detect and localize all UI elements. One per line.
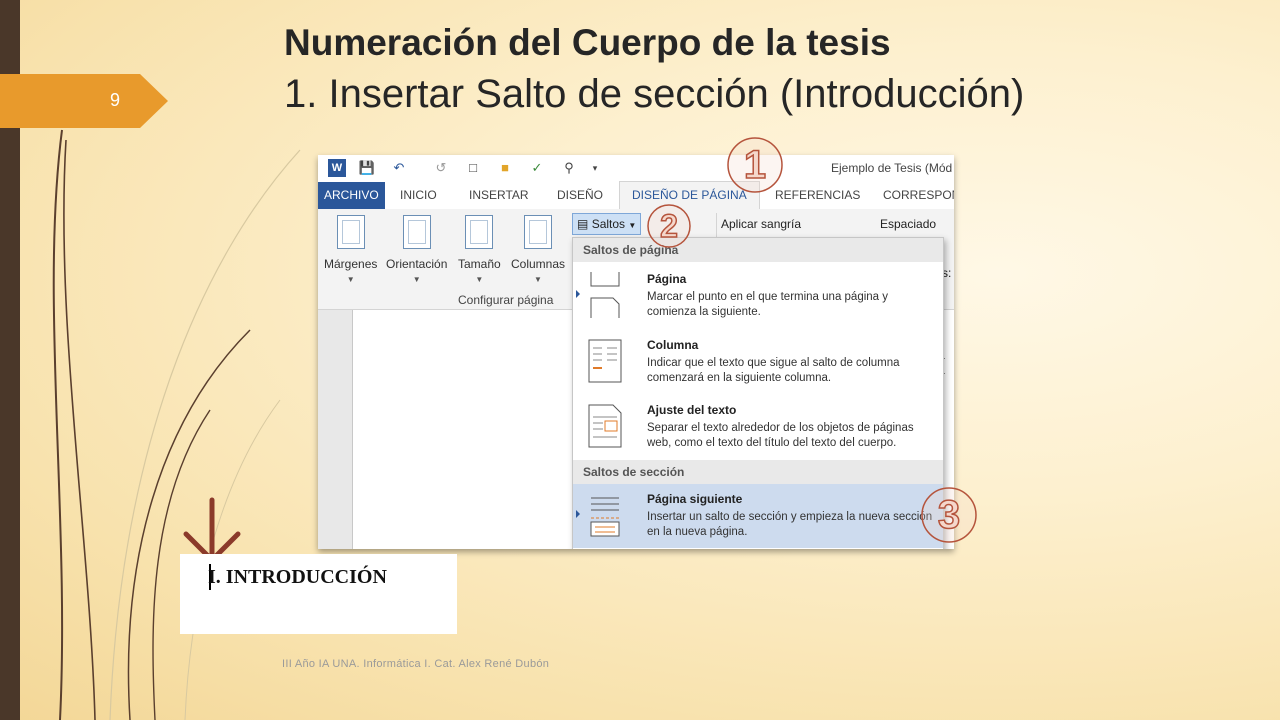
size-button[interactable]: Tamaño ▼ — [458, 215, 501, 284]
break-option-text-wrapping[interactable]: Ajuste del texto Separar el texto alrede… — [573, 395, 943, 459]
page-break-description: Marcar el punto en el que termina una pá… — [647, 291, 889, 318]
indent-label: Aplicar sangría — [721, 217, 802, 231]
slide-title: Numeración del Cuerpo de la tesis — [284, 22, 891, 63]
text-wrapping-title: Ajuste del texto — [647, 403, 737, 417]
breaks-caret-icon: ▼ — [628, 221, 637, 230]
callout-1: 1 — [726, 136, 784, 194]
callout-1-number: 1 — [743, 142, 767, 188]
tab-inicio[interactable]: INICIO — [400, 182, 437, 209]
page-setup-group-label: Configurar página — [458, 293, 554, 307]
size-icon — [465, 215, 494, 249]
introduction-heading-box: I. INTRODUCCIÓN — [180, 554, 457, 634]
text-wrapping-break-icon — [588, 404, 622, 448]
word-screenshot: W 💾 ↶ ↺ □ ■ ✓ ⚲ ▾ Ejemplo de Tesis (Mód … — [318, 155, 954, 549]
orientation-label: Orientación — [386, 257, 448, 271]
selection-marker-icon — [576, 510, 580, 518]
tab-referencias[interactable]: REFERENCIAS — [775, 182, 860, 209]
margins-caret-icon: ▼ — [346, 275, 355, 284]
columns-caret-icon: ▼ — [534, 275, 542, 284]
open-folder-icon[interactable]: ■ — [496, 159, 514, 177]
word-logo-icon: W — [328, 159, 346, 177]
breaks-button[interactable]: ▤ Saltos ▼ — [572, 213, 642, 235]
breaks-label: Saltos — [591, 217, 626, 231]
page-break-title: Página — [647, 272, 687, 286]
columns-label: Columnas — [511, 257, 566, 271]
section-breaks-header: Saltos de sección — [573, 460, 943, 484]
columns-icon — [524, 215, 553, 249]
spacing-label: Espaciado — [880, 217, 937, 231]
tab-diseno[interactable]: DISEÑO — [557, 182, 603, 209]
text-wrapping-description: Separar el texto alrededor de los objeto… — [647, 422, 914, 449]
print-preview-icon[interactable]: ⚲ — [560, 159, 578, 177]
callout-3: 3 — [920, 486, 978, 544]
tab-insertar[interactable]: INSERTAR — [469, 182, 529, 209]
breaks-icon: ▤ — [577, 217, 589, 231]
document-title: Ejemplo de Tesis (Mód — [831, 161, 953, 175]
slide-number: 9 — [110, 90, 121, 110]
column-break-description: Indicar que el texto que sigue al salto … — [647, 357, 900, 384]
next-page-section-icon — [590, 497, 620, 537]
orientation-caret-icon: ▼ — [412, 275, 421, 284]
undo-icon[interactable]: ↶ — [390, 159, 408, 177]
selection-marker-icon — [576, 290, 580, 298]
callout-2: 2 — [646, 203, 692, 249]
introduction-heading: I. INTRODUCCIÓN — [208, 566, 387, 588]
column-break-icon — [588, 339, 622, 383]
page-break-icon — [590, 272, 620, 318]
breaks-dropdown: Saltos de página Página Marcar el punto … — [572, 237, 944, 549]
ribbon-tabs: ARCHIVO INICIO INSERTAR DISEÑO DISEÑO DE… — [318, 181, 954, 210]
margins-icon — [336, 215, 365, 249]
quick-access-toolbar: W 💾 ↶ ↺ □ ■ ✓ ⚲ ▾ Ejemplo de Tesis (Mód — [318, 155, 954, 182]
margins-label: Márgenes — [324, 257, 378, 271]
save-icon[interactable]: 💾 — [358, 159, 376, 177]
column-break-title: Columna — [647, 338, 699, 352]
callout-3-number: 3 — [937, 492, 961, 538]
document-left-margin — [318, 310, 353, 549]
next-page-description: Insertar un salto de sección y empieza l… — [647, 511, 933, 538]
break-option-next-page[interactable]: Página siguiente Insertar un salto de se… — [573, 484, 943, 548]
slide-number-tab: 9 — [0, 74, 168, 128]
page-breaks-header: Saltos de página — [573, 238, 943, 262]
break-option-column[interactable]: Columna Indicar que el texto que sigue a… — [573, 330, 943, 394]
customize-qat-icon[interactable]: ▾ — [586, 159, 604, 177]
orientation-icon — [402, 215, 431, 249]
slide-footer: III Año IA UNA. Informática I. Cat. Alex… — [282, 658, 550, 670]
redo-icon[interactable]: ↺ — [432, 159, 450, 177]
columns-button[interactable]: Columnas ▼ — [511, 215, 565, 284]
callout-2-number: 2 — [659, 207, 678, 245]
margins-button[interactable]: Márgenes ▼ — [324, 215, 377, 284]
spellcheck-icon[interactable]: ✓ — [528, 159, 546, 177]
tab-archivo[interactable]: ARCHIVO — [318, 182, 385, 209]
slide-subtitle: 1. Insertar Salto de sección (Introducci… — [284, 72, 1025, 116]
size-label: Tamaño — [458, 257, 501, 271]
orientation-button[interactable]: Orientación ▼ — [386, 215, 447, 284]
size-caret-icon: ▼ — [475, 275, 484, 284]
break-option-page[interactable]: Página Marcar el punto en el que termina… — [573, 264, 943, 328]
tab-correspondencia[interactable]: CORRESPON — [883, 182, 954, 209]
new-document-icon[interactable]: □ — [464, 159, 482, 177]
next-page-title: Página siguiente — [647, 492, 743, 506]
